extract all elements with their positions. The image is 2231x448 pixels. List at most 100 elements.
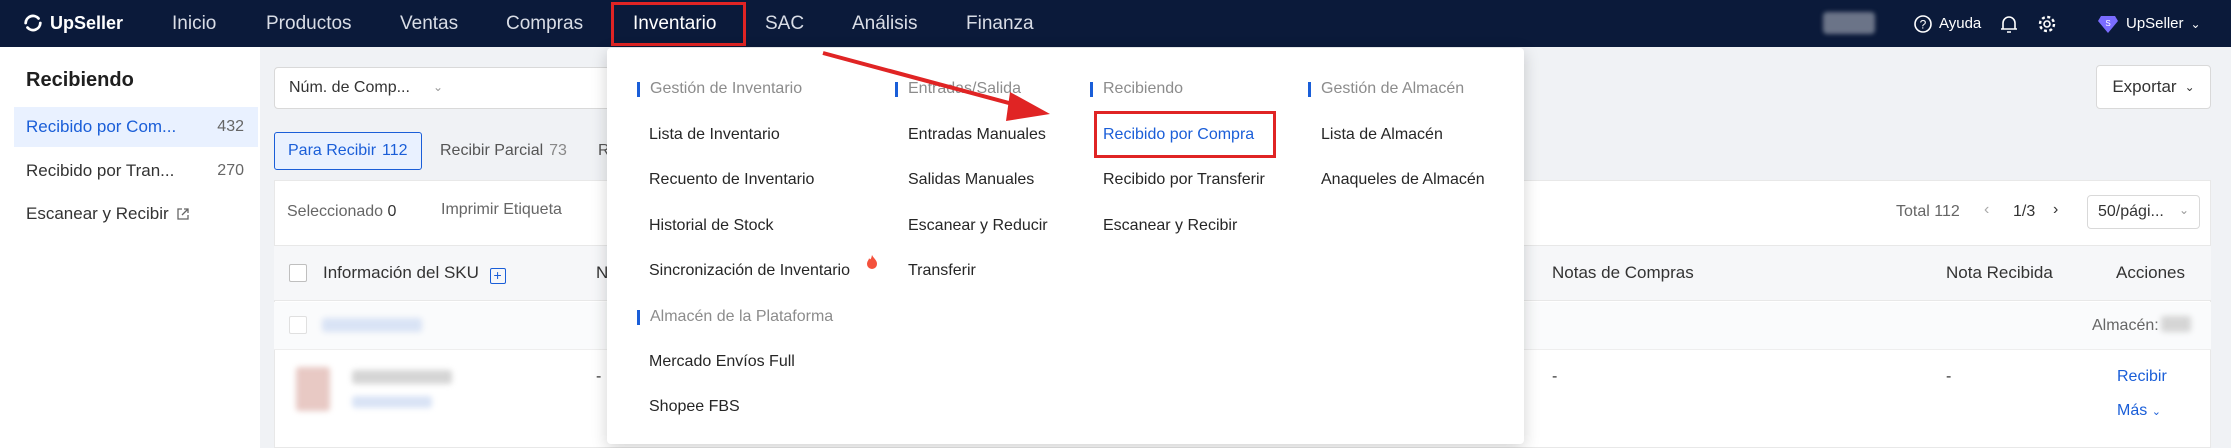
sidebar-title: Recibiendo: [26, 69, 134, 91]
tab-label: Recibir Parcial: [440, 142, 544, 159]
menu-item-anaqueles-almacen[interactable]: Anaqueles de Almacén: [1321, 171, 1485, 189]
sidebar: Recibiendo Recibido por Com... 432 Recib…: [0, 47, 260, 448]
th-nota-recibida: Nota Recibida: [1946, 263, 2053, 282]
menu-item-escanear-recibir[interactable]: Escanear y Recibir: [1103, 217, 1237, 235]
tab-recibir-parcial[interactable]: Recibir Parcial 73: [427, 132, 580, 170]
heading-text: Entradas/Salida: [908, 80, 1021, 97]
heading-text: Gestión de Almacén: [1321, 80, 1465, 97]
sidebar-item-label: Recibido por Com...: [26, 117, 177, 136]
nav-sac[interactable]: SAC: [765, 0, 804, 47]
selected-label: Seleccionado: [287, 203, 384, 220]
upseller-logo-icon: [24, 14, 42, 32]
logo[interactable]: UpSeller: [22, 12, 123, 34]
nav-analisis[interactable]: Análisis: [852, 0, 917, 47]
nav-compras[interactable]: Compras: [506, 0, 583, 47]
diamond-icon: S: [2098, 15, 2118, 33]
row-col-n: -: [596, 368, 602, 385]
next-page-icon[interactable]: ›: [2053, 201, 2058, 219]
prev-page-icon[interactable]: ‹: [1984, 201, 1989, 219]
th-sku-info: Información del SKU +: [323, 263, 506, 284]
th-notas-compras: Notas de Compras: [1552, 263, 1694, 282]
nav-productos[interactable]: Productos: [266, 0, 352, 47]
recibir-link[interactable]: Recibir: [2117, 368, 2167, 386]
group-checkbox[interactable]: [289, 316, 307, 334]
search-input[interactable]: [453, 67, 613, 109]
tab-count: 73: [549, 142, 567, 159]
menu-item-escanear-reducir[interactable]: Escanear y Reducir: [908, 217, 1048, 235]
menu-item-historial-stock[interactable]: Historial de Stock: [649, 217, 774, 235]
menu-item-recibido-por-transferir[interactable]: Recibido por Transferir: [1103, 171, 1265, 189]
sidebar-item-count: 270: [217, 162, 244, 179]
menu-heading-entradas-salida: Entradas/Salida: [895, 80, 1021, 98]
menu-item-lista-inventario[interactable]: Lista de Inventario: [649, 126, 780, 144]
gear-icon: [2038, 15, 2056, 32]
heading-text: Gestión de Inventario: [650, 80, 803, 97]
menu-item-salidas-manuales[interactable]: Salidas Manuales: [908, 171, 1034, 189]
sidebar-item-escanear-recibir[interactable]: Escanear y Recibir: [14, 194, 258, 234]
mas-actions-link[interactable]: Más ⌄: [2117, 402, 2161, 420]
blurred-order-number: [322, 318, 422, 332]
th-acciones: Acciones: [2116, 263, 2185, 282]
blurred-sku-link: [352, 396, 432, 408]
external-link-icon: [177, 208, 189, 220]
account-menu[interactable]: S UpSeller ⌄: [2097, 0, 2201, 47]
menu-item-mercado-envios-full[interactable]: Mercado Envíos Full: [649, 353, 795, 371]
help-icon: ?: [1914, 14, 1932, 33]
sidebar-item-label: Recibido por Tran...: [26, 161, 175, 180]
export-label: Exportar: [2112, 77, 2177, 96]
menu-item-recuento-inventario[interactable]: Recuento de Inventario: [649, 171, 814, 189]
heading-text: Almacén de la Plataforma: [650, 308, 834, 325]
logo-text: UpSeller: [50, 12, 124, 33]
fire-icon: [867, 255, 877, 269]
export-button[interactable]: Exportar ⌄: [2096, 65, 2211, 109]
tab-label: Para Recibir: [288, 142, 377, 159]
menu-item-shopee-fbs[interactable]: Shopee FBS: [649, 398, 740, 416]
settings-button[interactable]: [2037, 0, 2057, 47]
total-count: Total 112: [1896, 203, 1960, 220]
svg-text:?: ?: [1920, 17, 1927, 31]
blurred-sku-name: [352, 370, 452, 384]
menu-item-highlight: [1094, 111, 1276, 158]
bell-icon: [2001, 15, 2017, 33]
mas-label: Más: [2117, 402, 2148, 419]
blurred-user-info: [1823, 12, 1875, 34]
row-nota-recibida: -: [1946, 368, 1952, 385]
nav-ventas[interactable]: Ventas: [400, 0, 458, 47]
notification-button[interactable]: [2000, 0, 2018, 47]
page-size-value: 50/pági...: [2098, 203, 2164, 220]
heading-text: Recibiendo: [1103, 80, 1184, 97]
sidebar-item-recibido-compra[interactable]: Recibido por Com... 432: [14, 107, 258, 147]
search-type-select[interactable]: Núm. de Comp... ⌄: [274, 67, 454, 109]
help-link[interactable]: ? Ayuda: [1913, 0, 1981, 47]
chevron-down-icon: ⌄: [2151, 406, 2161, 418]
page-size-select[interactable]: 50/pági... ⌄: [2087, 195, 2200, 229]
menu-item-entradas-manuales[interactable]: Entradas Manuales: [908, 126, 1046, 144]
page-indicator: 1/3: [2013, 203, 2036, 220]
menu-heading-recibiendo: Recibiendo: [1090, 80, 1183, 98]
nav-finanza[interactable]: Finanza: [966, 0, 1034, 47]
inventario-dropdown-menu: [607, 48, 1524, 444]
th-label: Información del SKU: [323, 263, 479, 282]
menu-heading-gestion-inventario: Gestión de Inventario: [637, 80, 802, 98]
nav-inicio[interactable]: Inicio: [172, 0, 216, 47]
selected-count: 0: [387, 203, 397, 220]
tab-count: 112: [382, 142, 408, 159]
chevron-down-icon: ⌄: [2178, 203, 2189, 217]
row-notas-compras: -: [1552, 368, 1558, 385]
menu-item-transferir[interactable]: Transferir: [908, 262, 976, 280]
menu-heading-gestion-almacen: Gestión de Almacén: [1308, 80, 1464, 98]
sidebar-item-count: 432: [217, 118, 244, 135]
svg-text:S: S: [2105, 19, 2110, 28]
selected-count-label: Seleccionado 0: [287, 203, 396, 221]
menu-heading-almacen-plataforma: Almacén de la Plataforma: [637, 308, 833, 326]
select-all-checkbox[interactable]: [289, 264, 307, 282]
menu-item-sincronizacion-inventario[interactable]: Sincronización de Inventario: [649, 262, 850, 280]
sidebar-item-recibido-transferir[interactable]: Recibido por Tran... 270: [14, 151, 258, 191]
menu-item-lista-almacen[interactable]: Lista de Almacén: [1321, 126, 1443, 144]
plus-square-icon[interactable]: +: [489, 268, 506, 284]
tab-para-recibir[interactable]: Para Recibir 112: [274, 132, 422, 170]
help-label: Ayuda: [1939, 15, 1982, 32]
print-label-button[interactable]: Imprimir Etiqueta: [441, 201, 562, 219]
account-label: UpSeller: [2126, 15, 2184, 32]
chevron-down-icon: ⌄: [432, 80, 443, 94]
